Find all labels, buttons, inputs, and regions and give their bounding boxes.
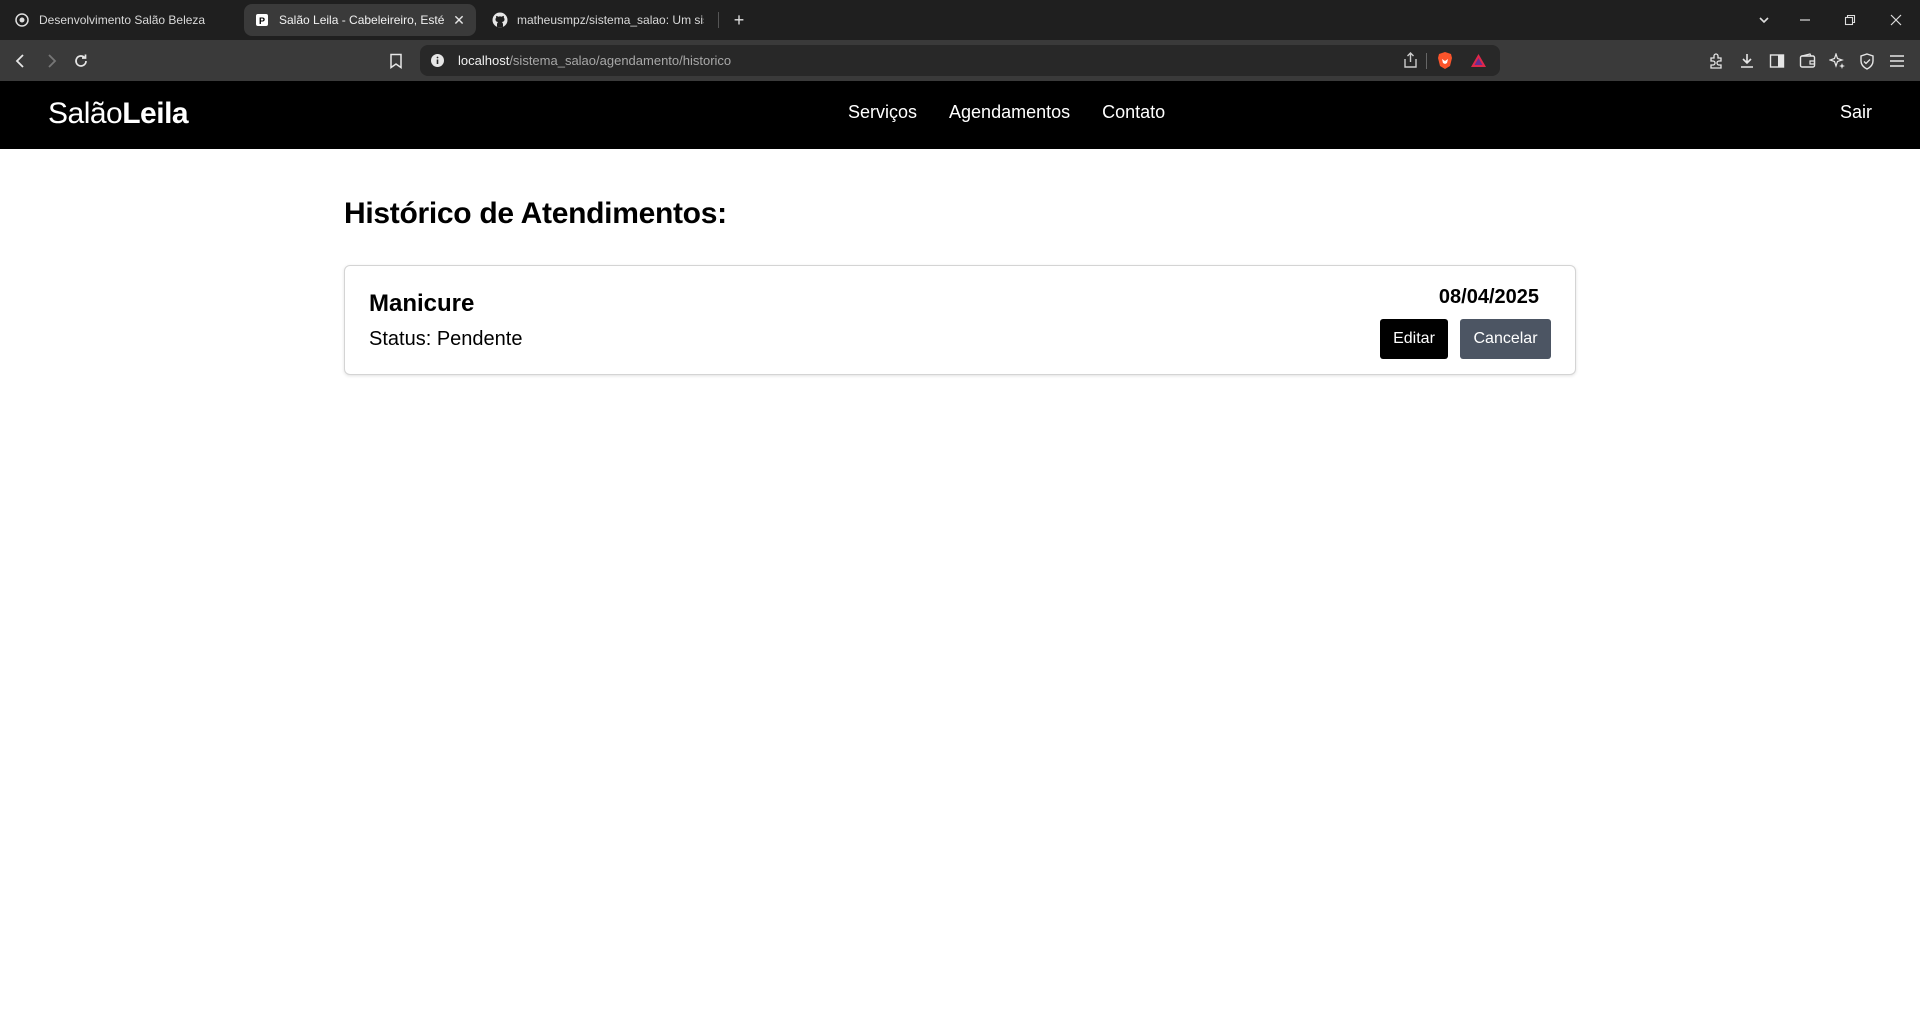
nav-agendamentos[interactable]: Agendamentos <box>949 102 1070 123</box>
share-icon[interactable] <box>1402 52 1419 74</box>
url-path: /sistema_salao/agendamento/historico <box>509 53 732 68</box>
back-icon[interactable] <box>8 48 34 74</box>
github-icon <box>492 12 508 28</box>
close-tab-icon[interactable]: ✕ <box>452 12 466 29</box>
tab-separator <box>718 12 719 28</box>
brave-shields-icon[interactable] <box>1436 51 1454 75</box>
appointment-status: Status: Pendente <box>369 328 523 350</box>
tab-desenvolvimento[interactable]: Desenvolvimento Salão Beleza <box>4 4 240 36</box>
site-navbar: SalãoLeila Serviços Agendamentos Contato… <box>0 81 1920 149</box>
reload-icon[interactable] <box>68 48 94 74</box>
vpn-shield-icon[interactable] <box>1854 48 1880 74</box>
brand-light-text: Salão <box>48 97 123 130</box>
tab-github[interactable]: matheusmpz/sistema_salao: Um sist <box>482 4 714 36</box>
new-tab-button[interactable]: + <box>728 9 750 31</box>
main-nav: Serviços Agendamentos Contato <box>848 102 1165 123</box>
menu-icon[interactable] <box>1884 48 1910 74</box>
forward-icon[interactable] <box>38 48 64 74</box>
url-host: localhost <box>458 53 510 68</box>
page-title: Histórico de Atendimentos: <box>344 197 727 230</box>
appointment-card: Manicure Status: Pendente 08/04/2025 Edi… <box>344 265 1576 375</box>
tab-title: matheusmpz/sistema_salao: Um sist <box>517 13 704 27</box>
minimize-icon[interactable] <box>1782 0 1828 40</box>
address-bar[interactable]: localhost/sistema_salao/agendamento/hist… <box>420 45 1500 76</box>
wallet-icon[interactable] <box>1794 48 1820 74</box>
bookmark-icon[interactable] <box>383 48 409 74</box>
sidebar-icon[interactable] <box>1764 48 1790 74</box>
page-favicon-icon: P <box>254 12 270 28</box>
address-divider <box>1426 53 1427 69</box>
site-logo[interactable]: SalãoLeila <box>48 97 189 131</box>
svg-text:P: P <box>259 16 265 26</box>
nav-contato[interactable]: Contato <box>1102 102 1165 123</box>
extensions-icon[interactable] <box>1704 48 1730 74</box>
restore-icon[interactable] <box>1827 0 1873 40</box>
web-page: SalãoLeila Serviços Agendamentos Contato… <box>0 81 1920 1032</box>
close-window-icon[interactable] <box>1873 0 1919 40</box>
tab-list-chevron-icon[interactable] <box>1741 0 1787 40</box>
tab-title: Desenvolvimento Salão Beleza <box>39 13 206 27</box>
appointment-date: 08/04/2025 <box>1438 286 1539 308</box>
site-info-icon[interactable] <box>430 53 445 73</box>
url-text[interactable]: localhost/sistema_salao/agendamento/hist… <box>458 53 731 68</box>
download-icon[interactable] <box>1734 48 1760 74</box>
edit-button[interactable]: Editar <box>1380 319 1448 359</box>
service-name: Manicure <box>369 290 475 317</box>
circle-logo-icon <box>14 12 30 28</box>
leo-ai-icon[interactable] <box>1824 48 1850 74</box>
browser-toolbar: localhost/sistema_salao/agendamento/hist… <box>0 40 1920 81</box>
brave-rewards-icon[interactable] <box>1470 53 1487 73</box>
cancel-button[interactable]: Cancelar <box>1460 319 1551 359</box>
tab-title: Salão Leila - Cabeleireiro, Estéti <box>279 13 444 27</box>
browser-tab-bar: Desenvolvimento Salão Beleza P Salão Lei… <box>0 0 1920 40</box>
tab-salao-leila[interactable]: P Salão Leila - Cabeleireiro, Estéti ✕ <box>244 4 476 36</box>
nav-servicos[interactable]: Serviços <box>848 102 917 123</box>
brand-bold-text: Leila <box>122 97 189 130</box>
logout-link[interactable]: Sair <box>1840 102 1872 123</box>
